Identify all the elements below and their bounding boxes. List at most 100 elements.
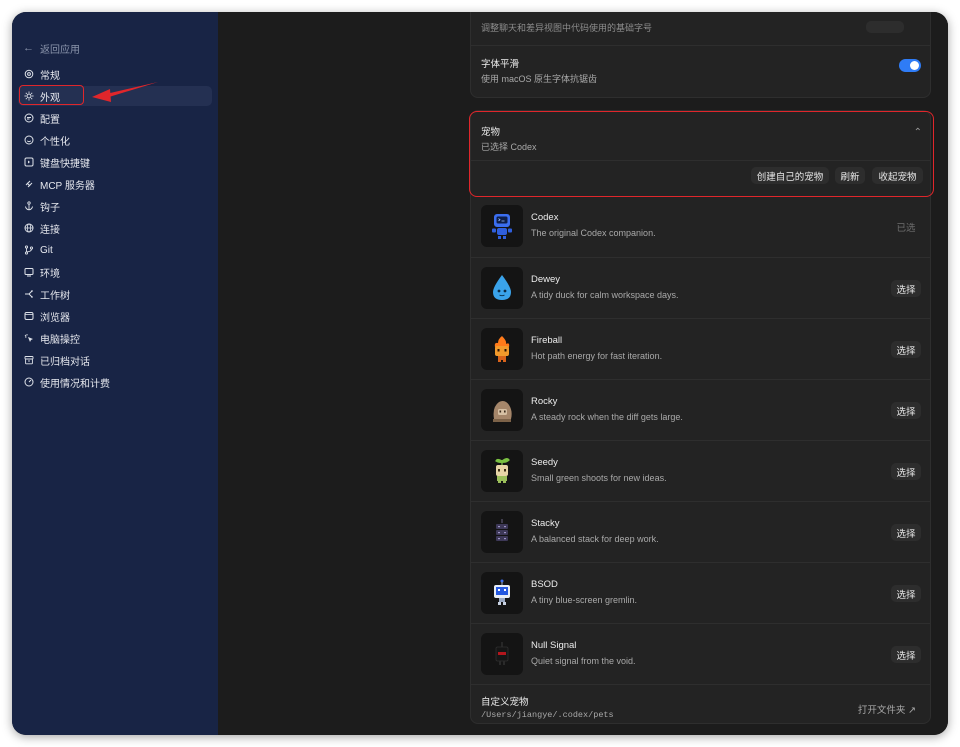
- select-pet-button[interactable]: 选择: [891, 402, 921, 419]
- pet-description: The original Codex companion.: [531, 228, 656, 238]
- font-smoothing-desc: 使用 macOS 原生字体抗锯齿: [481, 74, 598, 84]
- pet-name: Dewey: [531, 274, 561, 285]
- refresh-pets-button[interactable]: 刷新: [835, 167, 865, 184]
- pet-description: Quiet signal from the void.: [531, 656, 636, 666]
- worktree-icon: [24, 289, 34, 299]
- sidebar-item-computer-control[interactable]: 电脑操控: [18, 328, 212, 348]
- pet-row-bsod: BSOD A tiny blue-screen gremlin. 选择: [471, 562, 930, 624]
- sidebar-item-label: 钩子: [40, 202, 60, 214]
- sidebar-item-label: 浏览器: [40, 312, 70, 324]
- annotation-arrow-icon: [92, 82, 158, 102]
- pet-row-codex: Codex The original Codex companion. 已选: [471, 196, 930, 257]
- sidebar-item-keyboard-shortcuts[interactable]: 键盘快捷键: [18, 152, 212, 172]
- dewey-pet-icon: [481, 267, 523, 309]
- sidebar-item-label: 键盘快捷键: [40, 158, 90, 170]
- git-branch-icon: [24, 245, 34, 255]
- sidebar-item-connections[interactable]: 连接: [18, 218, 212, 238]
- sidebar-item-worktrees[interactable]: 工作树: [18, 284, 212, 304]
- sidebar-item-label: 连接: [40, 224, 60, 236]
- gauge-icon: [24, 377, 34, 387]
- custom-pets-title: 自定义宠物: [481, 697, 529, 708]
- clipped-font-size-desc: 调整聊天和差异视图中代码使用的基础字号: [481, 23, 653, 33]
- back-label: 返回应用: [40, 44, 80, 56]
- browser-icon: [24, 311, 34, 321]
- sidebar-item-usage-billing[interactable]: 使用情况和计费: [18, 372, 212, 392]
- font-smoothing-toggle[interactable]: [899, 59, 921, 72]
- pet-description: A balanced stack for deep work.: [531, 534, 659, 544]
- rocky-pet-icon: [481, 389, 523, 431]
- pet-description: Hot path energy for fast iteration.: [531, 351, 663, 361]
- sidebar-item-label: MCP 服务器: [40, 180, 95, 192]
- pet-name: Null Signal: [531, 640, 577, 651]
- select-pet-button[interactable]: 选择: [891, 585, 921, 602]
- sidebar-item-git[interactable]: Git: [18, 240, 212, 260]
- keyboard-icon: [24, 157, 34, 167]
- create-pet-button[interactable]: 创建自己的宠物: [751, 167, 829, 184]
- sliders-icon: [24, 113, 34, 123]
- sidebar-item-environment[interactable]: 环境: [18, 262, 212, 282]
- annotation-highlight-box: [469, 111, 934, 197]
- settings-window: ← 返回应用 常规 外观 配置 个性化 键盘快捷键 MCP 服务器 钩子 连接 …: [12, 12, 948, 735]
- font-smoothing-title: 字体平滑: [481, 59, 520, 70]
- sidebar-item-label: 环境: [40, 268, 60, 280]
- anchor-icon: [24, 201, 34, 211]
- sidebar-item-label: 常规: [40, 70, 60, 82]
- custom-pets-row: 自定义宠物 /Users/jiangye/.codex/pets 打开文件夹 ↗: [471, 684, 930, 725]
- font-size-stepper[interactable]: [866, 21, 904, 33]
- pet-selected-label: 已选: [896, 222, 916, 234]
- sidebar-item-label: 已归档对话: [40, 356, 90, 368]
- pet-name: Stacky: [531, 518, 560, 529]
- open-folder-button[interactable]: 打开文件夹 ↗: [858, 702, 916, 716]
- pets-card: 宠物 已选择 Codex ⌃ 创建自己的宠物 刷新 收起宠物 Codex The…: [469, 110, 934, 725]
- cursor-icon: [24, 333, 34, 343]
- sidebar-item-mcp-servers[interactable]: MCP 服务器: [18, 174, 212, 194]
- pet-row-fireball: Fireball Hot path energy for fast iterat…: [471, 318, 930, 380]
- sidebar-item-hooks[interactable]: 钩子: [18, 196, 212, 216]
- fireball-pet-icon: [481, 328, 523, 370]
- sidebar-item-label: Git: [40, 244, 53, 256]
- pet-description: A tiny blue-screen gremlin.: [531, 595, 638, 605]
- chevron-up-icon[interactable]: ⌃: [914, 127, 922, 138]
- stacky-pet-icon: [481, 511, 523, 553]
- pet-description: A steady rock when the diff gets large.: [531, 412, 683, 422]
- mcp-icon: [24, 179, 34, 189]
- sidebar-item-personalization[interactable]: 个性化: [18, 130, 212, 150]
- select-pet-button[interactable]: 选择: [891, 341, 921, 358]
- sidebar-item-config[interactable]: 配置: [18, 108, 212, 128]
- custom-pets-path: /Users/jiangye/.codex/pets: [481, 710, 614, 720]
- pet-name: Seedy: [531, 457, 558, 468]
- pet-row-stacky: Stacky A balanced stack for deep work. 选…: [471, 501, 930, 563]
- pet-row-rocky: Rocky A steady rock when the diff gets l…: [471, 379, 930, 441]
- pet-name: Rocky: [531, 396, 558, 407]
- back-to-app-link[interactable]: ← 返回应用: [23, 40, 80, 56]
- gear-icon: [24, 69, 34, 79]
- codex-pet-icon: [481, 205, 523, 247]
- arrow-left-icon: ←: [23, 42, 34, 54]
- sidebar-item-archived-chats[interactable]: 已归档对话: [18, 350, 212, 370]
- appearance-font-card: 调整聊天和差异视图中代码使用的基础字号 字体平滑 使用 macOS 原生字体抗锯…: [470, 12, 931, 98]
- pet-row-null-signal: Null Signal Quiet signal from the void. …: [471, 623, 930, 685]
- pets-section-subtitle: 已选择 Codex: [481, 142, 537, 152]
- pet-description: Small green shoots for new ideas.: [531, 473, 667, 483]
- select-pet-button[interactable]: 选择: [891, 646, 921, 663]
- pets-section-title: 宠物: [481, 127, 501, 138]
- divider: [471, 160, 930, 161]
- pet-name: Fireball: [531, 335, 563, 346]
- divider: [471, 45, 930, 46]
- smile-icon: [24, 135, 34, 145]
- collapse-pets-button[interactable]: 收起宠物: [872, 167, 923, 184]
- pet-name: BSOD: [531, 579, 558, 590]
- bsod-pet-icon: [481, 572, 523, 614]
- sidebar-item-browser[interactable]: 浏览器: [18, 306, 212, 326]
- monitor-icon: [24, 267, 34, 277]
- select-pet-button[interactable]: 选择: [891, 463, 921, 480]
- globe-icon: [24, 223, 34, 233]
- pet-row-dewey: Dewey A tidy duck for calm workspace day…: [471, 257, 930, 319]
- select-pet-button[interactable]: 选择: [891, 524, 921, 541]
- select-pet-button[interactable]: 选择: [891, 280, 921, 297]
- seedy-pet-icon: [481, 450, 523, 492]
- archive-icon: [24, 355, 34, 365]
- sidebar-item-label: 电脑操控: [40, 334, 80, 346]
- sidebar-item-label: 使用情况和计费: [40, 378, 110, 390]
- annotation-highlight-box: [19, 85, 84, 105]
